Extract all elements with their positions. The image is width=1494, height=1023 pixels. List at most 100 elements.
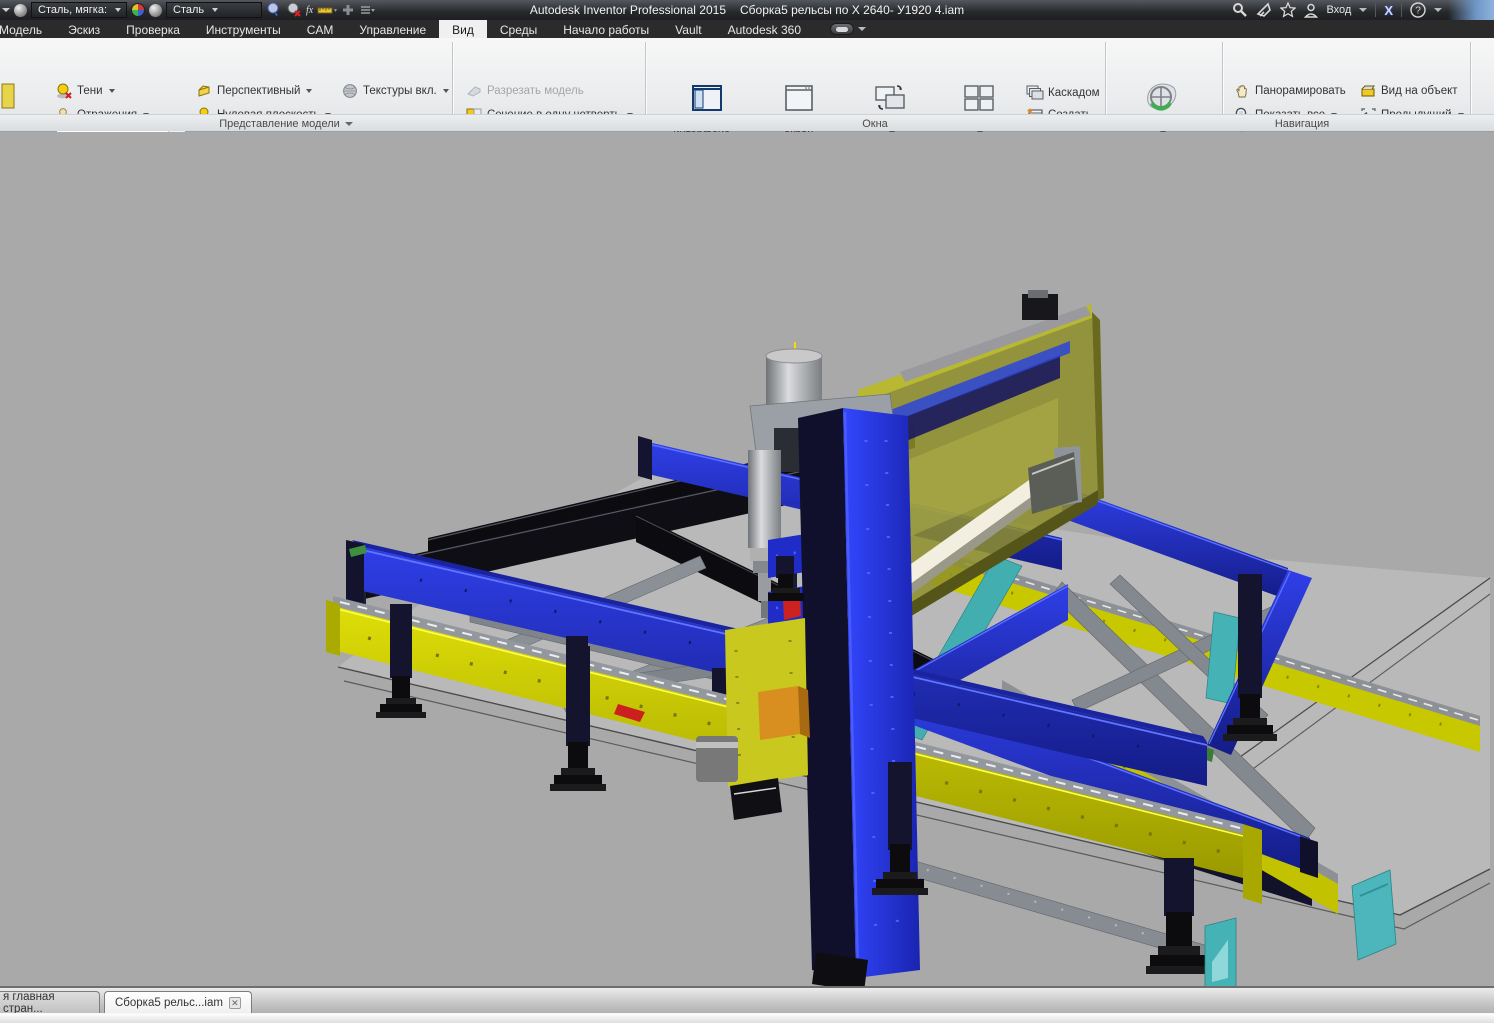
chevron-down-icon (306, 88, 313, 93)
look-at-label: Вид на объект (1381, 84, 1458, 97)
divider (1401, 3, 1402, 17)
ribbon: ражения Тени Отражения Два источника Пер (0, 38, 1494, 148)
assembly-3d-view[interactable] (0, 132, 1494, 994)
textures-button[interactable]: Текстуры вкл. (338, 80, 453, 101)
favorites-star-icon[interactable] (1280, 2, 1297, 18)
plus-icon[interactable] (341, 3, 355, 17)
search-icon[interactable] (1232, 2, 1248, 18)
svg-text:?: ? (1415, 6, 1421, 17)
appearance-dropdown-value: Сталь (173, 4, 205, 16)
tile-all-icon (964, 85, 994, 111)
document-title: Сборка5 рельсы по X 2640- У1920 4.iam (740, 3, 965, 17)
titlebar-glass-edge (1448, 0, 1494, 20)
spindle-cylinder (748, 450, 781, 548)
list-filter-icon[interactable] (359, 4, 376, 16)
cascade-icon (1026, 85, 1044, 100)
chevron-down-icon[interactable] (1359, 8, 1368, 12)
tab-autodesk-360[interactable]: Autodesk 360 (715, 20, 814, 38)
clean-screen-icon (785, 85, 813, 111)
slice-icon (467, 85, 481, 97)
textures-icon (343, 83, 357, 98)
clipped-panel-icon[interactable] (0, 82, 16, 112)
tab-model[interactable]: Модель (0, 20, 55, 38)
communication-center-icon[interactable] (1256, 2, 1272, 18)
help-icon[interactable]: ? (1410, 2, 1426, 18)
panel-navigation-label[interactable]: Навигация (1222, 116, 1382, 131)
shadows-label: Тени (77, 84, 103, 97)
slice-model-button[interactable]: Разрезать модель (462, 80, 588, 101)
color-wheel-icon[interactable] (131, 3, 145, 17)
pan-label: Панорамировать (1255, 84, 1346, 97)
tab-sketch[interactable]: Эскиз (55, 20, 113, 38)
panel-model-display-label[interactable]: Представление модели (60, 116, 512, 131)
slice-label: Разрезать модель (487, 84, 584, 97)
doc-tab-assembly-label: Сборка5 рельс...iam (115, 996, 223, 1009)
look-at-button[interactable]: Вид на объект (1356, 80, 1462, 101)
shadows-icon (57, 83, 72, 99)
steering-wheel-icon (1147, 83, 1177, 111)
chevron-down-icon (858, 27, 867, 31)
chevron-down-icon (344, 121, 353, 126)
adjust-appearance-icon[interactable] (266, 2, 282, 18)
panel-label-strip: Представление модели Окна Навигация (0, 114, 1494, 131)
doc-tab-assembly[interactable]: Сборка5 рельс...iam ✕ (104, 991, 252, 1013)
tab-environments[interactable]: Среды (487, 20, 550, 38)
measure-icon[interactable] (317, 3, 338, 17)
user-interface-icon (692, 85, 722, 111)
chevron-down-icon (108, 88, 115, 93)
appearance-dropdown[interactable]: Сталь (166, 2, 262, 18)
chevron-down-icon (442, 88, 449, 93)
material-dropdown-value: Сталь, мягка: (38, 4, 107, 16)
appearance-sphere-icon[interactable] (149, 3, 162, 17)
tab-inspect[interactable]: Проверка (113, 20, 193, 38)
tab-vault[interactable]: Vault (662, 20, 714, 38)
inventor-window: Сталь, мягка: Сталь fx Autodesk Inventor… (0, 0, 1494, 1023)
parameters-fx-icon[interactable]: fx (306, 5, 313, 16)
exchange-apps-icon[interactable]: X (1384, 3, 1393, 18)
quick-access-toolbar: Сталь, мягка: Сталь fx (0, 2, 376, 18)
pan-button[interactable]: Панорамировать (1230, 80, 1350, 101)
divider (1375, 3, 1377, 17)
orange-bracket (758, 686, 800, 740)
chevron-down-icon[interactable] (1434, 8, 1442, 12)
tab-view[interactable]: Вид (439, 20, 487, 38)
tab-manage[interactable]: Управление (346, 20, 439, 38)
beam-clamp-top (1028, 290, 1048, 298)
tab-tools[interactable]: Инструменты (193, 20, 294, 38)
shadows-button[interactable]: Тени (52, 80, 119, 101)
panel-label-text: Представление модели (219, 117, 340, 130)
cascade-button[interactable]: Каскадом (1022, 82, 1104, 103)
material-dropdown[interactable]: Сталь, мягка: (31, 2, 127, 18)
material-sphere-icon[interactable] (14, 3, 27, 17)
ribbon-tab-row: Модель Эскиз Проверка Инструменты CAM Уп… (0, 20, 1494, 38)
cloud-icon (830, 23, 855, 35)
bottom-strip (0, 1013, 1494, 1023)
panel-label-text: Навигация (1274, 117, 1330, 130)
perspective-icon (198, 84, 210, 97)
panel-label-text: Окна (862, 117, 888, 130)
cascade-label: Каскадом (1048, 86, 1100, 99)
user-icon (1304, 3, 1319, 18)
document-tab-bar: я главная стран... Сборка5 рельс...iam ✕ (0, 986, 1494, 1015)
pan-hand-icon (1236, 84, 1247, 97)
clear-appearance-icon[interactable] (286, 2, 302, 18)
switch-windows-icon (875, 85, 905, 110)
tab-get-started[interactable]: Начало работы (550, 20, 662, 38)
perspective-button[interactable]: Перспективный (192, 80, 316, 101)
model-viewport[interactable] (0, 132, 1494, 994)
chevron-down-icon (212, 8, 219, 12)
look-at-icon (1361, 85, 1375, 96)
doc-tab-home-label: я главная стран... (3, 990, 55, 1015)
doc-tab-home[interactable]: я главная стран... (0, 990, 100, 1015)
tab-cam[interactable]: CAM (294, 20, 347, 38)
close-tab-icon[interactable]: ✕ (228, 996, 241, 1009)
screencast-button[interactable] (824, 20, 872, 38)
textures-label: Текстуры вкл. (363, 84, 437, 97)
panel-windows-label[interactable]: Окна (645, 116, 1105, 131)
chevron-down-icon (115, 8, 121, 12)
sign-in-label[interactable]: Вход (1326, 4, 1351, 16)
title-bar: Сталь, мягка: Сталь fx Autodesk Inventor… (0, 0, 1494, 20)
app-title: Autodesk Inventor Professional 2015 (529, 3, 726, 17)
perspective-label: Перспективный (217, 84, 301, 97)
qat-overflow-caret-icon[interactable] (2, 8, 10, 12)
